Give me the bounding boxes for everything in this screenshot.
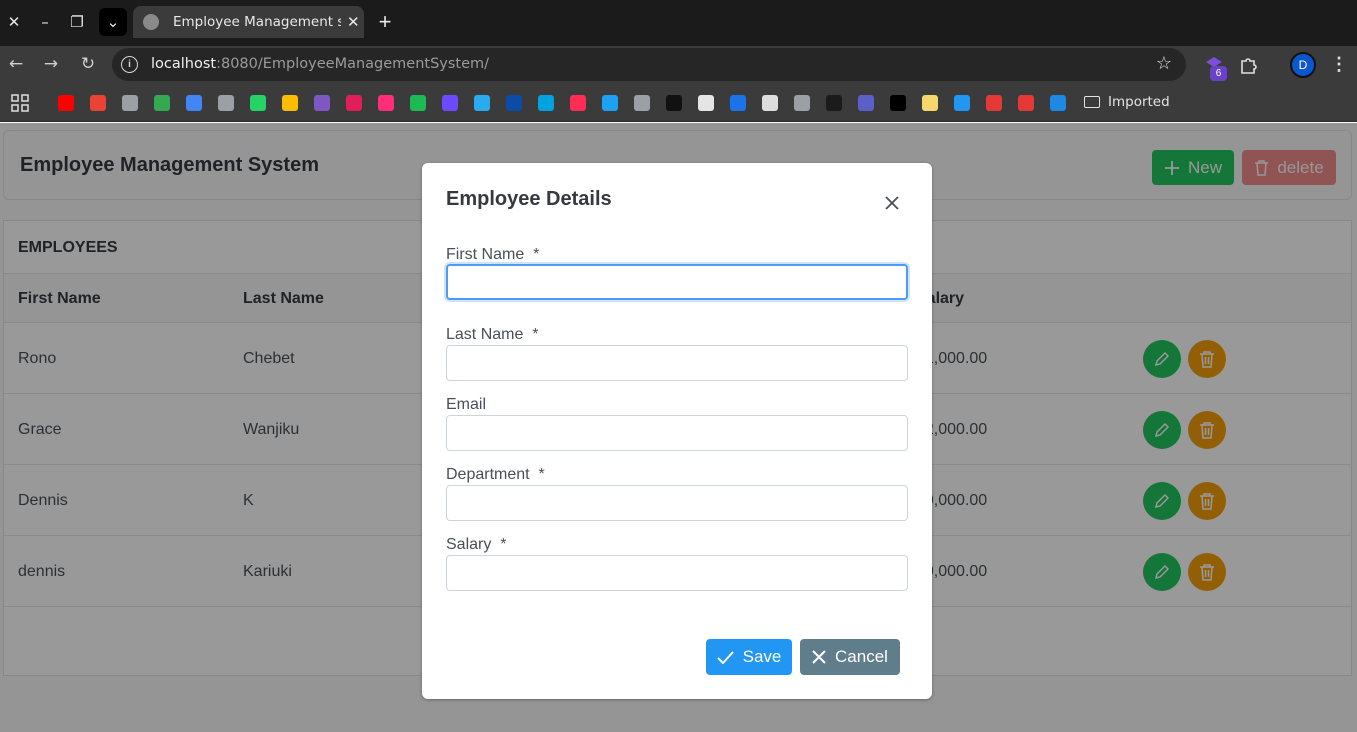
save-button-label: Save xyxy=(742,647,782,666)
site-info-icon[interactable]: i xyxy=(121,56,138,73)
bookmark-favicon-icon[interactable] xyxy=(122,95,138,111)
apps-grid-icon[interactable] xyxy=(11,94,29,112)
tab-title: Employee Management sys xyxy=(173,14,341,30)
bookmark-favicon-icon[interactable] xyxy=(90,95,106,111)
new-tab-icon[interactable]: + xyxy=(372,8,398,36)
bookmark-favicon-icon[interactable] xyxy=(890,95,906,111)
bookmark-favicon-icon[interactable] xyxy=(1050,95,1066,111)
globe-icon xyxy=(143,14,159,30)
last-name-field[interactable] xyxy=(446,345,908,381)
bookmark-favicon-icon[interactable] xyxy=(378,95,394,111)
first-name-field[interactable] xyxy=(446,264,908,300)
url-text: localhost:8080/EmployeeManagementSystem/ xyxy=(151,56,490,72)
dialog-title: Employee Details xyxy=(446,188,612,210)
close-icon[interactable] xyxy=(880,191,904,215)
bookmark-favicon-icon[interactable] xyxy=(986,95,1002,111)
first-name-label: First Name * xyxy=(446,246,540,263)
bookmark-favicon-icon[interactable] xyxy=(922,95,938,111)
profile-avatar[interactable]: D xyxy=(1290,52,1316,78)
last-name-label: Last Name * xyxy=(446,326,539,343)
browser-tab-strip: ✕ – ❐ ⌄ Employee Management sys ✕ + xyxy=(0,0,1357,46)
bookmark-favicon-icon[interactable] xyxy=(314,95,330,111)
bookmark-favicon-icon[interactable] xyxy=(602,95,618,111)
check-icon xyxy=(716,650,734,664)
browser-toolbar: ← → ↻ i localhost:8080/EmployeeManagemen… xyxy=(0,46,1357,84)
bookmark-star-icon[interactable]: ☆ xyxy=(1156,53,1172,74)
bookmark-favicon-icon[interactable] xyxy=(410,95,426,111)
bookmark-favicon-icon[interactable] xyxy=(250,95,266,111)
bookmark-favicon-icon[interactable] xyxy=(858,95,874,111)
bookmark-favicon-icon[interactable] xyxy=(698,95,714,111)
email-field[interactable] xyxy=(446,415,908,451)
bookmark-folder-label: Imported xyxy=(1108,94,1170,110)
bookmark-favicon-icon[interactable] xyxy=(794,95,810,111)
bookmark-favicon-icon[interactable] xyxy=(58,95,74,111)
bookmark-favicon-icon[interactable] xyxy=(506,95,522,111)
back-arrow-icon[interactable]: ← xyxy=(2,50,30,78)
bookmark-favicon-icon[interactable] xyxy=(666,95,682,111)
window-close-icon[interactable]: ✕ xyxy=(0,8,28,36)
forward-arrow-icon[interactable]: → xyxy=(37,50,65,78)
window-minimize-icon[interactable]: – xyxy=(31,8,59,36)
bookmark-favicon-icon[interactable] xyxy=(538,95,554,111)
bookmark-favicon-icon[interactable] xyxy=(282,95,298,111)
extension-badge: 6 xyxy=(1210,66,1227,81)
browser-menu-icon[interactable]: ⋮ xyxy=(1330,54,1348,75)
bookmarks-bar: Imported xyxy=(0,84,1357,122)
cancel-button[interactable]: Cancel xyxy=(800,639,900,675)
bookmark-favicon-icon[interactable] xyxy=(154,95,170,111)
bookmark-favicon-icon[interactable] xyxy=(634,95,650,111)
folder-icon xyxy=(1084,96,1100,108)
bookmark-favicon-icon[interactable] xyxy=(218,95,234,111)
employee-details-dialog: Employee Details First Name * Last Name … xyxy=(422,163,932,699)
department-field[interactable] xyxy=(446,485,908,521)
window-restore-icon[interactable]: ❐ xyxy=(63,8,91,36)
bookmark-favicon-icon[interactable] xyxy=(1018,95,1034,111)
bookmark-favicon-icon[interactable] xyxy=(186,95,202,111)
save-button[interactable]: Save xyxy=(706,639,792,675)
tab-close-icon[interactable]: ✕ xyxy=(347,13,360,31)
tab-search-chevron-icon[interactable]: ⌄ xyxy=(99,8,127,36)
bookmark-favicon-icon[interactable] xyxy=(474,95,490,111)
extensions-puzzle-icon[interactable] xyxy=(1238,54,1260,76)
close-icon xyxy=(812,650,826,664)
reload-icon[interactable]: ↻ xyxy=(74,50,102,78)
bookmark-favicon-icon[interactable] xyxy=(826,95,842,111)
browser-tab[interactable]: Employee Management sys ✕ xyxy=(133,6,364,38)
address-bar[interactable]: i localhost:8080/EmployeeManagementSyste… xyxy=(112,48,1186,81)
salary-field[interactable] xyxy=(446,555,908,591)
department-label: Department * xyxy=(446,466,545,483)
cancel-button-label: Cancel xyxy=(835,647,888,666)
bookmark-favicon-icon[interactable] xyxy=(954,95,970,111)
bookmark-favicon-icon[interactable] xyxy=(730,95,746,111)
bookmark-favicon-icon[interactable] xyxy=(346,95,362,111)
bookmark-favicon-icon[interactable] xyxy=(762,95,778,111)
email-label: Email xyxy=(446,396,487,413)
bookmark-favicon-icon[interactable] xyxy=(442,95,458,111)
bookmark-favicon-icon[interactable] xyxy=(570,95,586,111)
salary-label: Salary * xyxy=(446,536,507,553)
bookmark-folder-imported[interactable]: Imported xyxy=(1084,94,1170,110)
